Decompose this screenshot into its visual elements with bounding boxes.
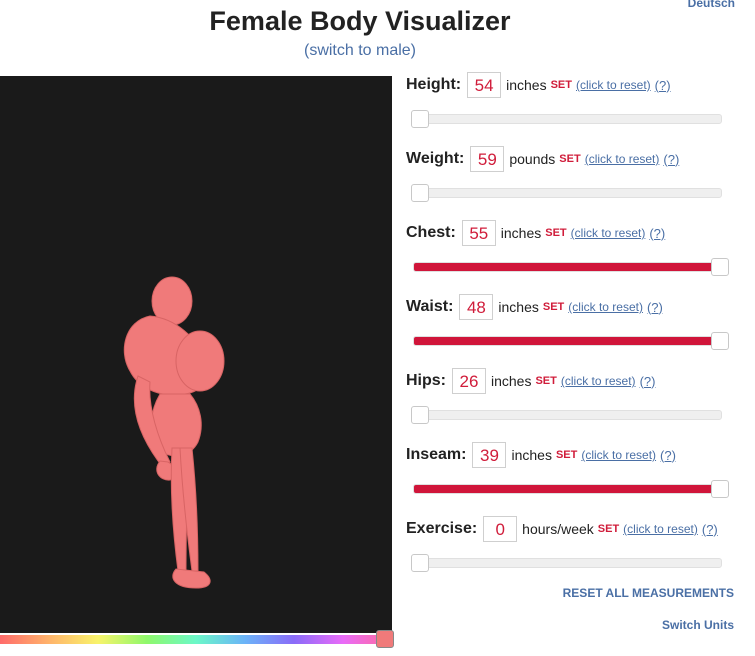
measurement-unit: inches [491, 373, 532, 389]
measurement-label: Chest: [406, 224, 456, 241]
measurement-value-input[interactable]: 55 [461, 220, 496, 246]
measurement-slider-thumb[interactable] [411, 406, 429, 424]
measurement-row: Height: 54 inches SET (click to reset) (?) [406, 70, 736, 144]
switch-units-button[interactable]: Switch Units [662, 618, 734, 632]
measurement-slider-track[interactable] [413, 410, 722, 420]
measurement-label: Exercise: [406, 520, 478, 537]
measurement-slider-thumb[interactable] [711, 480, 729, 498]
help-link[interactable]: (?) [649, 226, 665, 241]
measurement-unit: hours/week [522, 521, 594, 537]
measurement-value-input[interactable]: 39 [472, 442, 507, 468]
measurement-slider-fill [414, 337, 713, 345]
measurement-label: Weight: [406, 150, 465, 167]
measurement-unit: inches [500, 225, 542, 241]
set-badge: SET [555, 449, 578, 461]
measurement-label: Height: [406, 76, 462, 93]
help-link[interactable]: (?) [702, 522, 718, 537]
reset-all-button[interactable]: RESET ALL MEASUREMENTS [563, 586, 734, 600]
measurement-unit: inches [498, 299, 539, 315]
set-badge: SET [550, 79, 572, 91]
page-title: Female Body Visualizer [209, 6, 511, 36]
body-model [123, 276, 225, 589]
measurement-slider-thumb[interactable] [411, 184, 429, 202]
measurement-slider-track[interactable] [413, 336, 722, 346]
set-badge: SET [559, 153, 581, 165]
measurement-value-input[interactable]: 26 [452, 368, 486, 394]
measurement-label: Inseam: [406, 446, 467, 463]
measurement-row: Weight: 59 pounds SET (click to reset) (?) [406, 144, 736, 218]
help-link[interactable]: (?) [660, 448, 676, 463]
measurement-slider-track[interactable] [413, 262, 722, 272]
color-slider-thumb[interactable] [376, 630, 394, 648]
measurement-slider-thumb[interactable] [411, 110, 429, 128]
help-link[interactable]: (?) [647, 300, 663, 315]
measurement-row: Exercise: 0 hours/week SET (click to reset) (… [406, 514, 736, 588]
switch-sex-link[interactable]: (switch to male) [0, 42, 720, 60]
measurement-unit: inches [506, 77, 547, 93]
reset-link[interactable]: (click to reset) [571, 226, 646, 240]
reset-link[interactable]: (click to reset) [585, 152, 660, 166]
help-link[interactable]: (?) [663, 152, 679, 167]
measurement-row: Inseam: 39 inches SET (click to reset) (?) [406, 440, 736, 514]
measurement-label: Hips: [406, 372, 446, 389]
measurement-slider-thumb[interactable] [411, 554, 429, 572]
color-slider-track[interactable] [0, 635, 392, 644]
measurement-value-input[interactable]: 59 [470, 146, 505, 172]
measurement-value-input[interactable]: 48 [459, 294, 494, 320]
measurement-slider-track[interactable] [413, 558, 722, 568]
set-badge: SET [597, 523, 620, 535]
set-badge: SET [542, 301, 565, 313]
set-badge: SET [535, 375, 557, 387]
measurement-row: Hips: 26 inches SET (click to reset) (?) [406, 366, 736, 440]
measurement-slider-thumb[interactable] [711, 258, 729, 276]
reset-link[interactable]: (click to reset) [581, 448, 656, 462]
reset-link[interactable]: (click to reset) [576, 78, 651, 92]
help-link[interactable]: (?) [640, 374, 656, 389]
measurement-unit: pounds [509, 151, 556, 167]
measurement-row: Chest: 55 inches SET (click to reset) (?) [406, 218, 736, 292]
help-link[interactable]: (?) [655, 78, 671, 93]
measurement-slider-fill [414, 485, 713, 493]
measurement-value-input[interactable]: 0 [483, 516, 518, 542]
reset-link[interactable]: (click to reset) [561, 374, 636, 388]
measurement-slider-track[interactable] [413, 484, 722, 494]
measurement-slider-thumb[interactable] [711, 332, 729, 350]
measurement-unit: inches [511, 447, 552, 463]
measurement-label: Waist: [406, 298, 454, 315]
reset-link[interactable]: (click to reset) [623, 522, 698, 536]
reset-link[interactable]: (click to reset) [568, 300, 643, 314]
measurement-value-input[interactable]: 54 [467, 72, 502, 98]
measurement-slider-track[interactable] [413, 114, 722, 124]
measurement-slider-track[interactable] [413, 188, 722, 198]
body-3d-viewer[interactable] [0, 76, 392, 633]
set-badge: SET [545, 227, 567, 239]
measurement-slider-fill [414, 263, 713, 271]
measurement-row: Waist: 48 inches SET (click to reset) (?) [406, 292, 736, 366]
